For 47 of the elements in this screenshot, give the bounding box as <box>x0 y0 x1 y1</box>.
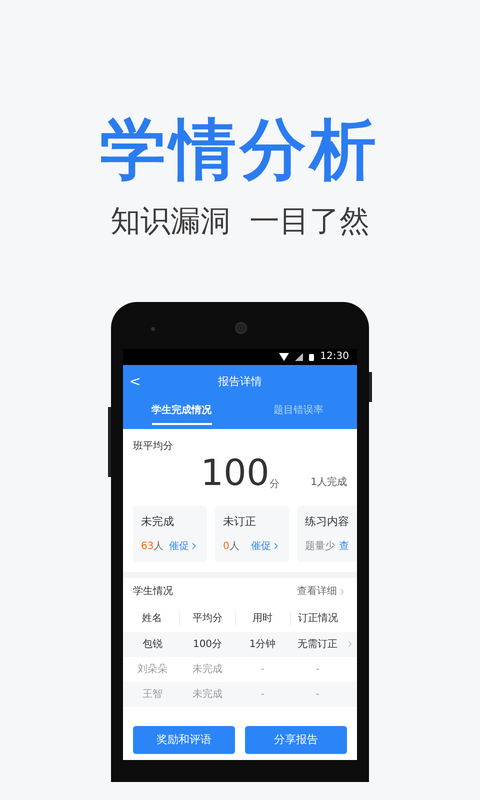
table-cell-text: 无需订正 <box>296 638 338 652</box>
sensor-icon <box>151 327 155 331</box>
summary-label: 班平均分 <box>133 440 174 454</box>
subheadline: 知识漏洞 一目了然 <box>110 204 370 240</box>
status-time: 12:30 <box>320 351 349 363</box>
table-cell-text: 刘朵朵 <box>136 662 168 676</box>
action-button[interactable]: 奖励和评语 <box>133 726 235 754</box>
tab[interactable]: 学生完成情况 <box>123 399 240 429</box>
back-button[interactable]: < <box>129 373 141 391</box>
average-score: 100 <box>200 454 270 494</box>
header-title: 报告详情 <box>218 374 262 390</box>
section-title: 学生情况 <box>133 584 173 599</box>
column-header: 用时 <box>236 611 291 626</box>
card-note: 题量少 <box>305 540 335 554</box>
count-text: 63人 <box>141 540 164 554</box>
card-title: 未完成 <box>141 514 175 530</box>
table-cell-text: 包锐 <box>142 638 164 652</box>
table-cell-text: - <box>260 662 266 676</box>
headline: 学情分析 <box>100 112 380 188</box>
signal-icon <box>295 353 304 361</box>
table-cell-text: - <box>314 688 320 702</box>
table-cell-text: 王智 <box>142 688 164 702</box>
remind-link[interactable]: 催促 <box>169 538 199 554</box>
table-cell-text: 未完成 <box>192 688 224 702</box>
table-cell-text: - <box>260 688 266 702</box>
completed-count: 1人完成 <box>310 476 347 490</box>
battery-icon <box>309 353 314 361</box>
camera-icon <box>235 322 247 334</box>
column-header: 订正情况 <box>296 612 339 626</box>
count-text: 0人 <box>223 540 240 554</box>
score-unit: 分 <box>269 478 280 492</box>
table-cell-text: 1分钟 <box>248 638 277 652</box>
column-header: 平均分 <box>180 611 236 626</box>
details-link[interactable]: 查看详细 <box>297 584 347 599</box>
remind-link[interactable]: 催促 <box>251 538 281 554</box>
table-cell-text: 100分 <box>192 638 224 652</box>
student-row[interactable]: 包锐 100分 1分钟 无需订正 <box>123 632 357 656</box>
action-button[interactable]: 分享报告 <box>245 726 347 754</box>
view-link[interactable]: 查 <box>339 538 349 554</box>
wifi-icon <box>279 353 290 361</box>
card-title: 未订正 <box>223 514 257 530</box>
column-header: 姓名 <box>125 611 180 626</box>
card-title: 练习内容 <box>305 514 350 530</box>
table-cell-text: - <box>314 662 320 676</box>
student-row[interactable]: 王智 未完成 - - <box>123 682 357 706</box>
table-cell-text: 未完成 <box>192 662 224 676</box>
tab[interactable]: 题目错误率 <box>240 399 357 429</box>
